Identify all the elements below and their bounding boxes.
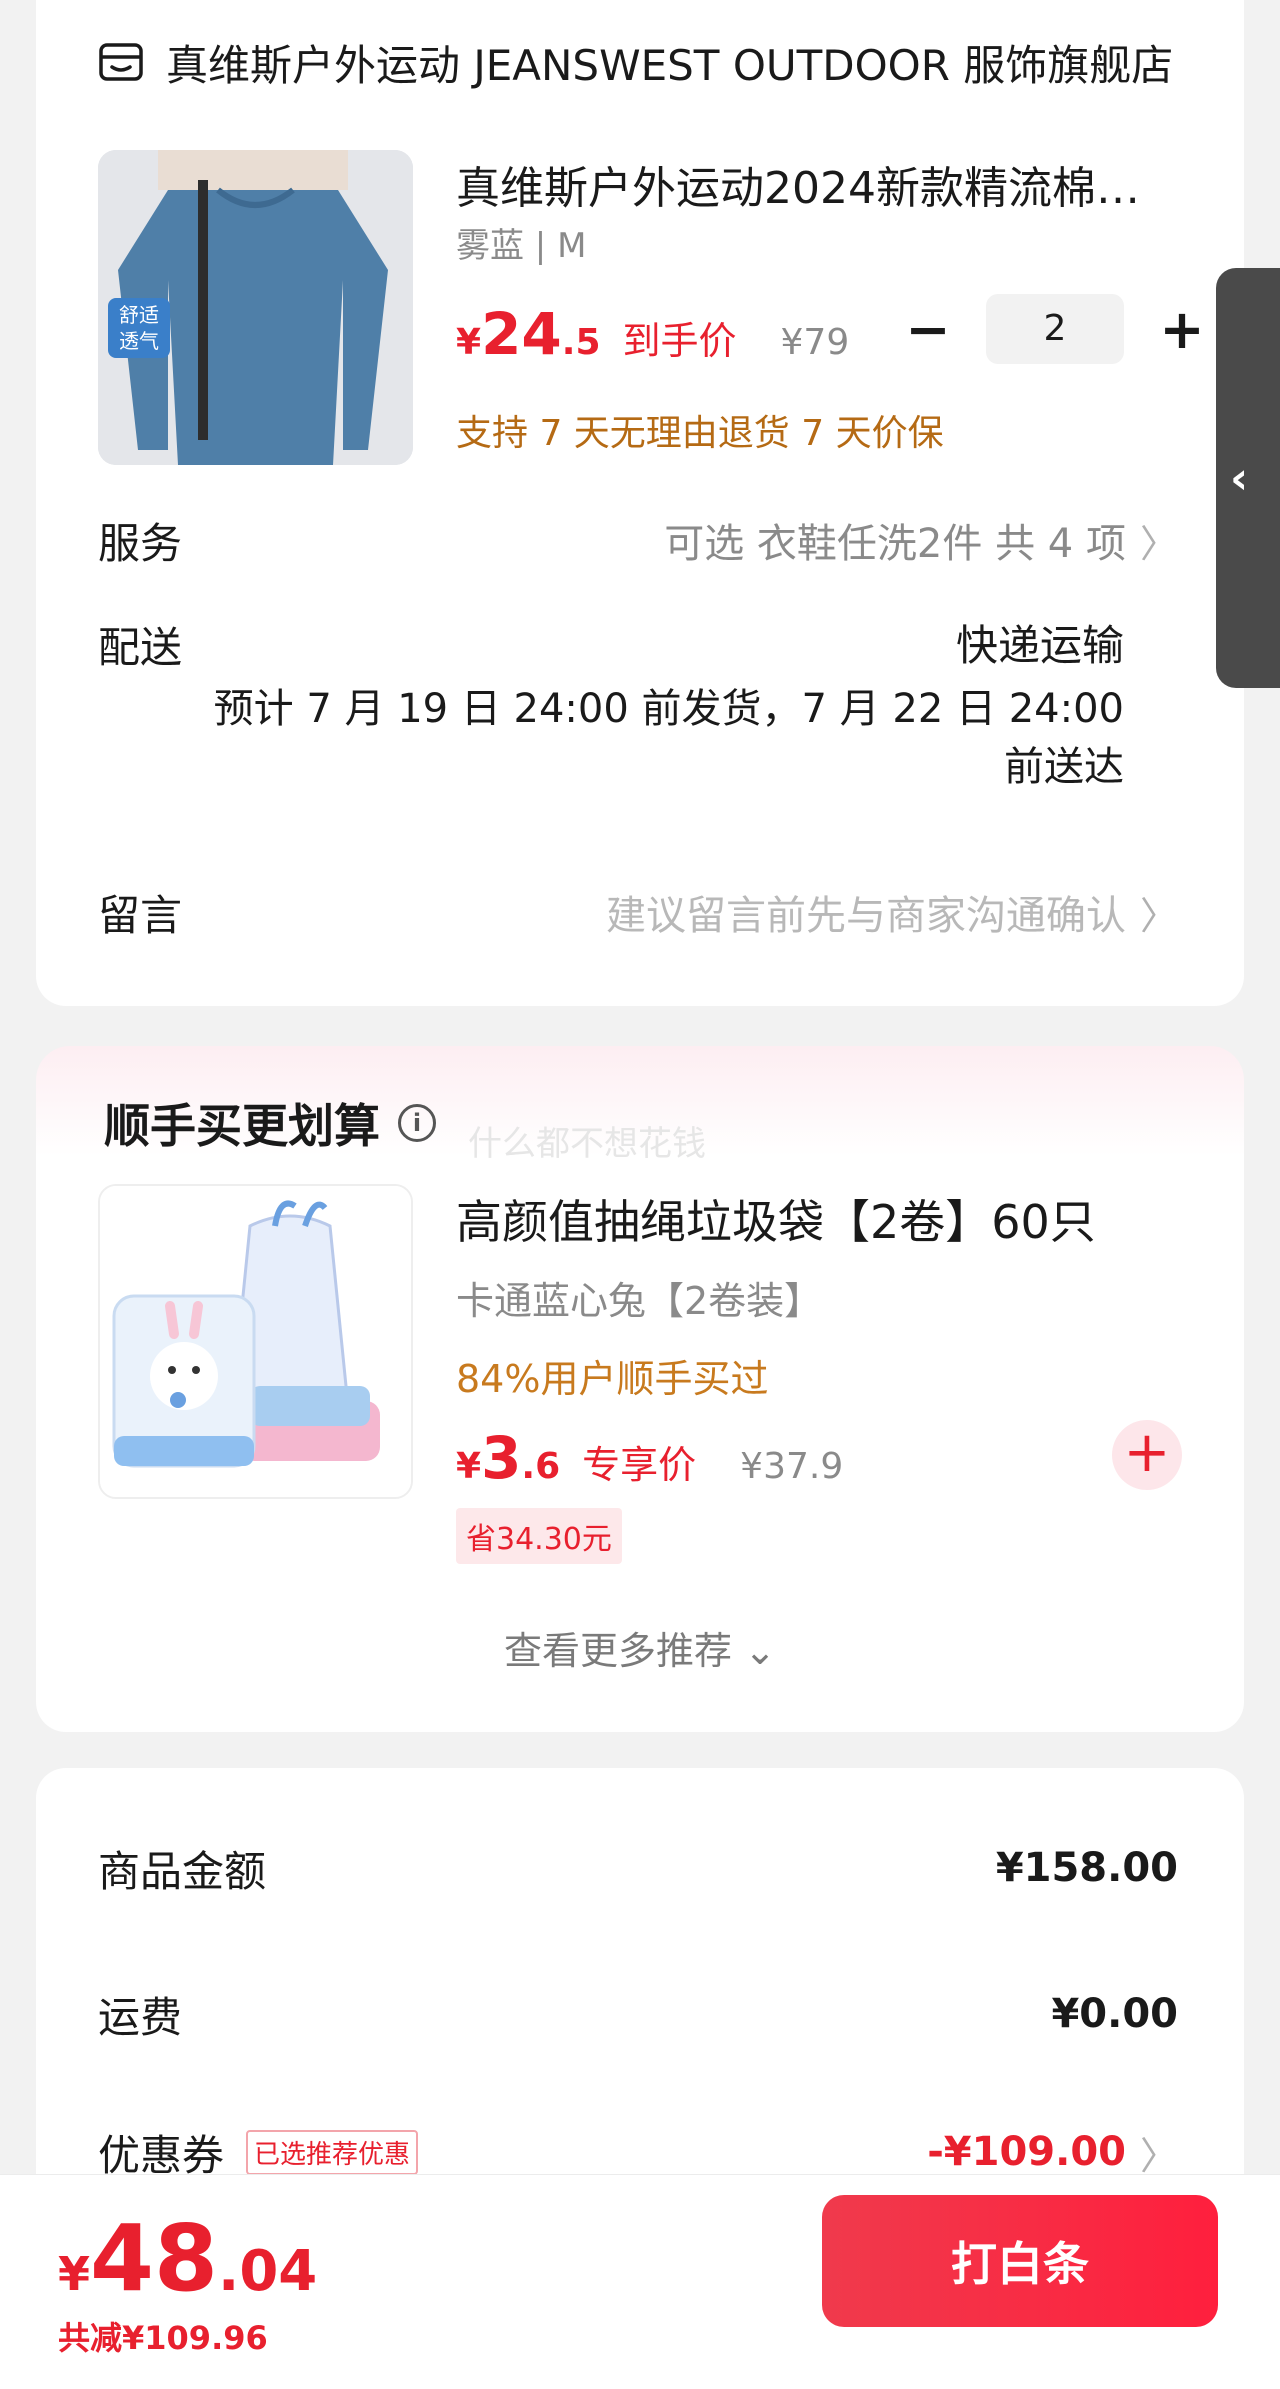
goods-amount-row: 商品金额 ¥158.00 [98, 1836, 1178, 1900]
coupon-value: -¥109.00 [927, 2129, 1126, 2175]
price-integer: 24 [481, 300, 562, 368]
delivery-mode: 快递运输 [955, 621, 1124, 670]
price-label: 专享价 [582, 1443, 697, 1487]
total-price: ¥ 48 .04 [58, 2205, 317, 2312]
chevron-right-icon: 〉 [1139, 2133, 1178, 2178]
chevron-left-icon: ‹ [1230, 452, 1249, 504]
service-row[interactable]: 服务 可选 衣鞋任洗2件 共 4 项 〉 [98, 508, 1178, 572]
product-image[interactable]: 舒适 透气 [98, 150, 413, 465]
recommend-item-price: ¥ 3 .6 专享价 ¥37.9 [456, 1424, 843, 1496]
pay-button[interactable]: 打白条 [822, 2195, 1218, 2327]
total-decimal: .04 [218, 2239, 318, 2304]
shipping-row: 运费 ¥0.00 [98, 1982, 1178, 2046]
price-decimal: .5 [561, 322, 601, 363]
save-badge: 省34.30元 [456, 1508, 622, 1564]
trash-bag-photo [100, 1186, 411, 1497]
service-label: 服务 [98, 518, 183, 568]
price-integer: 3 [481, 1424, 522, 1492]
badge-line1: 舒适 [119, 303, 159, 327]
recommend-item-spec: 卡通蓝心兔【2卷装】 [456, 1279, 823, 1323]
image-badge: 舒适 透气 [108, 298, 170, 358]
product-title[interactable]: 真维斯户外运动2024新款精流棉纯棉长袖T恤 [456, 152, 1176, 216]
total-reduce: 共减¥109.96 [58, 2319, 268, 2357]
recommend-image[interactable] [98, 1184, 413, 1499]
coupon-value-wrap: -¥109.00 〉 [927, 2125, 1178, 2180]
chevron-right-icon: 〉 [1139, 893, 1178, 938]
recommend-title-text: 顺手买更划算 [104, 1099, 380, 1153]
recommend-item-title[interactable]: 高颜值抽绳垃圾袋【2卷】60只 [456, 1186, 1096, 1252]
message-input[interactable]: 建议留言前先与商家沟通确认 〉 [606, 883, 1178, 941]
quantity-stepper: − 2 + [900, 294, 1210, 364]
price-currency: ¥ [456, 1446, 482, 1487]
coupon-tag: 已选推荐优惠 [246, 2129, 419, 2175]
total-currency: ¥ [58, 2247, 91, 2301]
goods-amount-label: 商品金额 [98, 1846, 267, 1896]
info-icon[interactable]: i [398, 1104, 436, 1142]
service-value-wrap: 可选 衣鞋任洗2件 共 4 项 〉 [664, 511, 1178, 569]
checkout-bar: ¥ 48 .04 共减¥109.96 打白条 [0, 2174, 1280, 2389]
store-header[interactable]: 真维斯户外运动 JEANSWEST OUTDOOR 服饰旗舰店 [98, 30, 1246, 94]
price-label: 到手价 [622, 319, 737, 363]
badge-line2: 透气 [119, 329, 159, 353]
original-price: ¥37.9 [740, 1446, 844, 1487]
original-price: ¥79 [780, 322, 850, 363]
goods-amount-value: ¥158.00 [995, 1845, 1178, 1891]
side-panel-tab[interactable]: ‹ [1216, 268, 1280, 688]
service-value: 可选 衣鞋任洗2件 共 4 项 [664, 521, 1126, 567]
quantity-value[interactable]: 2 [986, 294, 1124, 364]
product-price: ¥ 24 .5 到手价 ¥79 [456, 300, 849, 372]
delivery-estimate: 预计 7 月 19 日 24:00 前发货，7 月 22 日 24:00 前送达 [213, 686, 1124, 790]
plus-button[interactable]: + [1154, 298, 1210, 361]
message-label: 留言 [98, 890, 183, 940]
store-icon [99, 43, 143, 81]
store-name: 真维斯户外运动 JEANSWEST OUTDOOR 服饰旗舰店 [166, 40, 1174, 90]
delivery-label: 配送 [98, 622, 183, 672]
message-placeholder: 建议留言前先与商家沟通确认 [605, 893, 1126, 939]
recommend-title: 顺手买更划算 i [104, 1090, 436, 1156]
chevron-right-icon: 〉 [1139, 521, 1178, 566]
shipping-value: ¥0.00 [1051, 1991, 1178, 2037]
product-spec[interactable]: 雾蓝 | M [456, 218, 586, 267]
message-row[interactable]: 留言 建议留言前先与商家沟通确认 〉 [98, 880, 1178, 944]
watermark: 什么都不想花钱 [468, 1124, 706, 1164]
total-integer: 48 [90, 2205, 219, 2312]
guarantee-text: 支持 7 天无理由退货 7 天价保 [456, 413, 944, 454]
price-currency: ¥ [456, 322, 482, 363]
recommend-item-bought: 84%用户顺手买过 [456, 1357, 769, 1401]
add-to-cart-button[interactable]: + [1112, 1420, 1182, 1490]
minus-button[interactable]: − [900, 298, 956, 361]
see-more-button[interactable]: 查看更多推荐 ⌄ [0, 1620, 1280, 1675]
shipping-label: 运费 [98, 1992, 183, 2042]
price-decimal: .6 [521, 1446, 561, 1487]
